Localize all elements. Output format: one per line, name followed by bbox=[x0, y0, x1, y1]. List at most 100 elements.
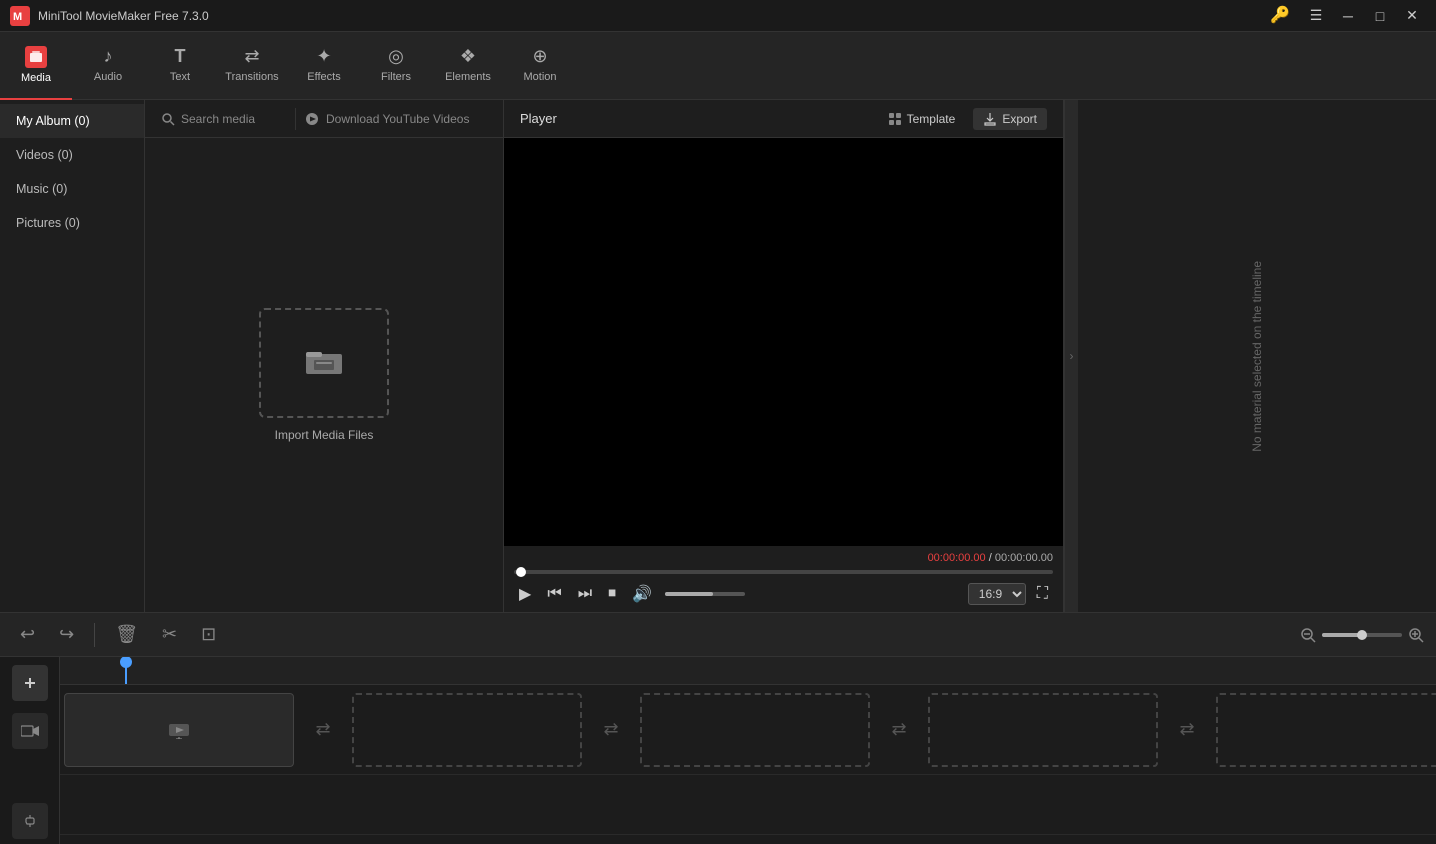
text-label: Text bbox=[170, 71, 190, 83]
zoom-controls bbox=[1300, 627, 1424, 643]
player-controls: 00:00:00.00 / 00:00:00.00 ▶ ⏮ ⏭ ⏹ 🔊 16:9… bbox=[504, 546, 1063, 612]
transitions-label: Transitions bbox=[225, 71, 278, 83]
video-display bbox=[504, 138, 1063, 546]
video-track-row: ⇄ ⇄ ⇄ ⇄ ⇄ ⇄ bbox=[60, 685, 1436, 775]
no-material-text: No material selected on the timeline bbox=[1250, 261, 1264, 452]
import-media-label: Import Media Files bbox=[275, 428, 374, 442]
audio-track-row bbox=[60, 775, 1436, 835]
volume-slider[interactable] bbox=[665, 592, 745, 596]
audio-track-icon[interactable] bbox=[12, 803, 48, 839]
track-cell-5[interactable] bbox=[1216, 693, 1436, 767]
titlebar-controls: 🔑 ☰ ─ □ ✕ bbox=[1270, 5, 1426, 27]
effects-icon: ✦ bbox=[316, 46, 331, 67]
effects-label: Effects bbox=[307, 71, 340, 83]
template-button[interactable]: Template bbox=[878, 108, 966, 130]
sidebar-item-music[interactable]: Music (0) bbox=[0, 172, 144, 206]
audio-label: Audio bbox=[94, 71, 122, 83]
timeline-tracks-left bbox=[0, 657, 60, 844]
volume-fill bbox=[665, 592, 713, 596]
sidebar-item-pictures[interactable]: Pictures (0) bbox=[0, 206, 144, 240]
media-content: Import Media Files bbox=[145, 138, 503, 612]
filters-icon: ◎ bbox=[388, 46, 404, 67]
transitions-icon: ⇄ bbox=[244, 46, 259, 67]
collapse-panel-button[interactable]: › bbox=[1064, 100, 1078, 612]
timeline-toolbar: ↩ ↪ 🗑 ✂ ⊡ bbox=[0, 613, 1436, 657]
close-button[interactable]: ✕ bbox=[1398, 5, 1426, 27]
sidebar-item-videos[interactable]: Videos (0) bbox=[0, 138, 144, 172]
first-track-cell[interactable] bbox=[64, 693, 294, 767]
progress-bar[interactable] bbox=[514, 570, 1053, 574]
toolbar-item-motion[interactable]: ⊕ Motion bbox=[504, 32, 576, 100]
track-transition-3[interactable]: ⇄ bbox=[874, 693, 924, 767]
toolbar-item-effects[interactable]: ✦ Effects bbox=[288, 32, 360, 100]
motion-label: Motion bbox=[523, 71, 556, 83]
properties-panel: No material selected on the timeline bbox=[1078, 100, 1436, 612]
media-toolbar: Search media Download YouTube Videos bbox=[145, 100, 503, 138]
player-title: Player bbox=[520, 111, 557, 126]
toolbar-item-transitions[interactable]: ⇄ Transitions bbox=[216, 32, 288, 100]
toolbar-item-media[interactable]: Media bbox=[0, 32, 72, 100]
timeline-ruler[interactable] bbox=[60, 657, 1436, 685]
player-actions: Template Export bbox=[878, 108, 1047, 130]
toolbar-separator bbox=[94, 623, 95, 647]
playhead[interactable] bbox=[125, 657, 127, 684]
timeline-content: ⇄ ⇄ ⇄ ⇄ ⇄ ⇄ bbox=[0, 657, 1436, 844]
toolbar-item-elements[interactable]: ❖ Elements bbox=[432, 32, 504, 100]
media-icon bbox=[25, 46, 47, 68]
toolbar-item-audio[interactable]: ♪ Audio bbox=[72, 32, 144, 100]
download-youtube-button[interactable]: Download YouTube Videos bbox=[295, 108, 495, 130]
zoom-out-icon bbox=[1300, 627, 1316, 643]
track-transition-4[interactable]: ⇄ bbox=[1162, 693, 1212, 767]
folder-icon bbox=[306, 346, 342, 381]
fullscreen-button[interactable]: ⛶ bbox=[1032, 583, 1053, 605]
track-cell-2[interactable] bbox=[352, 693, 582, 767]
zoom-handle[interactable] bbox=[1357, 630, 1367, 640]
time-current: 00:00:00.00 bbox=[928, 552, 986, 564]
sidebar: My Album (0) Videos (0) Music (0) Pictur… bbox=[0, 100, 145, 612]
add-track-button[interactable] bbox=[12, 665, 48, 701]
maximize-button[interactable]: □ bbox=[1366, 5, 1394, 27]
next-frame-button[interactable]: ⏭ bbox=[573, 583, 597, 605]
minimize-button[interactable]: ─ bbox=[1334, 5, 1362, 27]
import-media-button[interactable] bbox=[259, 308, 389, 418]
track-cell-4[interactable] bbox=[928, 693, 1158, 767]
prev-frame-button[interactable]: ⏮ bbox=[542, 583, 566, 605]
search-media-button[interactable]: Search media bbox=[153, 108, 291, 130]
volume-button[interactable]: 🔊 bbox=[627, 582, 657, 606]
export-button[interactable]: Export bbox=[973, 108, 1047, 130]
template-icon bbox=[888, 112, 902, 126]
delete-button[interactable]: 🗑 bbox=[107, 620, 146, 649]
titlebar: M MiniTool MovieMaker Free 7.3.0 🔑 ☰ ─ □… bbox=[0, 0, 1436, 32]
video-track-icon[interactable] bbox=[12, 713, 48, 749]
toolbar-item-filters[interactable]: ◎ Filters bbox=[360, 32, 432, 100]
scissors-button[interactable]: ✂ bbox=[154, 620, 185, 649]
main-area: My Album (0) Videos (0) Music (0) Pictur… bbox=[0, 100, 1436, 612]
track-transition-1[interactable]: ⇄ bbox=[298, 693, 348, 767]
main-toolbar: Media ♪ Audio T Text ⇄ Transitions ✦ Eff… bbox=[0, 32, 1436, 100]
import-media-track-icon bbox=[168, 721, 190, 739]
media-label: Media bbox=[21, 72, 51, 84]
menu-button[interactable]: ☰ bbox=[1302, 5, 1330, 27]
redo-button[interactable]: ↪ bbox=[51, 620, 82, 649]
search-media-label: Search media bbox=[181, 112, 255, 126]
elements-icon: ❖ bbox=[460, 46, 476, 67]
track-transition-2[interactable]: ⇄ bbox=[586, 693, 636, 767]
motion-icon: ⊕ bbox=[532, 46, 547, 67]
template-label: Template bbox=[907, 112, 956, 126]
time-display: 00:00:00.00 / 00:00:00.00 bbox=[514, 552, 1053, 564]
undo-button[interactable]: ↩ bbox=[12, 620, 43, 649]
play-button[interactable]: ▶ bbox=[514, 582, 536, 606]
player-header: Player Template Export bbox=[504, 100, 1063, 138]
player-panel: Player Template Export bbox=[504, 100, 1064, 612]
aspect-ratio-select[interactable]: 16:9 4:3 1:1 9:16 bbox=[968, 583, 1026, 605]
app-title: MiniTool MovieMaker Free 7.3.0 bbox=[38, 9, 1270, 23]
progress-handle[interactable] bbox=[516, 567, 526, 577]
export-icon bbox=[983, 112, 997, 126]
stop-button[interactable]: ⏹ bbox=[603, 583, 621, 605]
sidebar-item-my-album[interactable]: My Album (0) bbox=[0, 104, 144, 138]
toolbar-item-text[interactable]: T Text bbox=[144, 32, 216, 100]
youtube-icon bbox=[304, 112, 320, 126]
crop-button[interactable]: ⊡ bbox=[193, 620, 224, 649]
zoom-slider[interactable] bbox=[1322, 633, 1402, 637]
track-cell-3[interactable] bbox=[640, 693, 870, 767]
